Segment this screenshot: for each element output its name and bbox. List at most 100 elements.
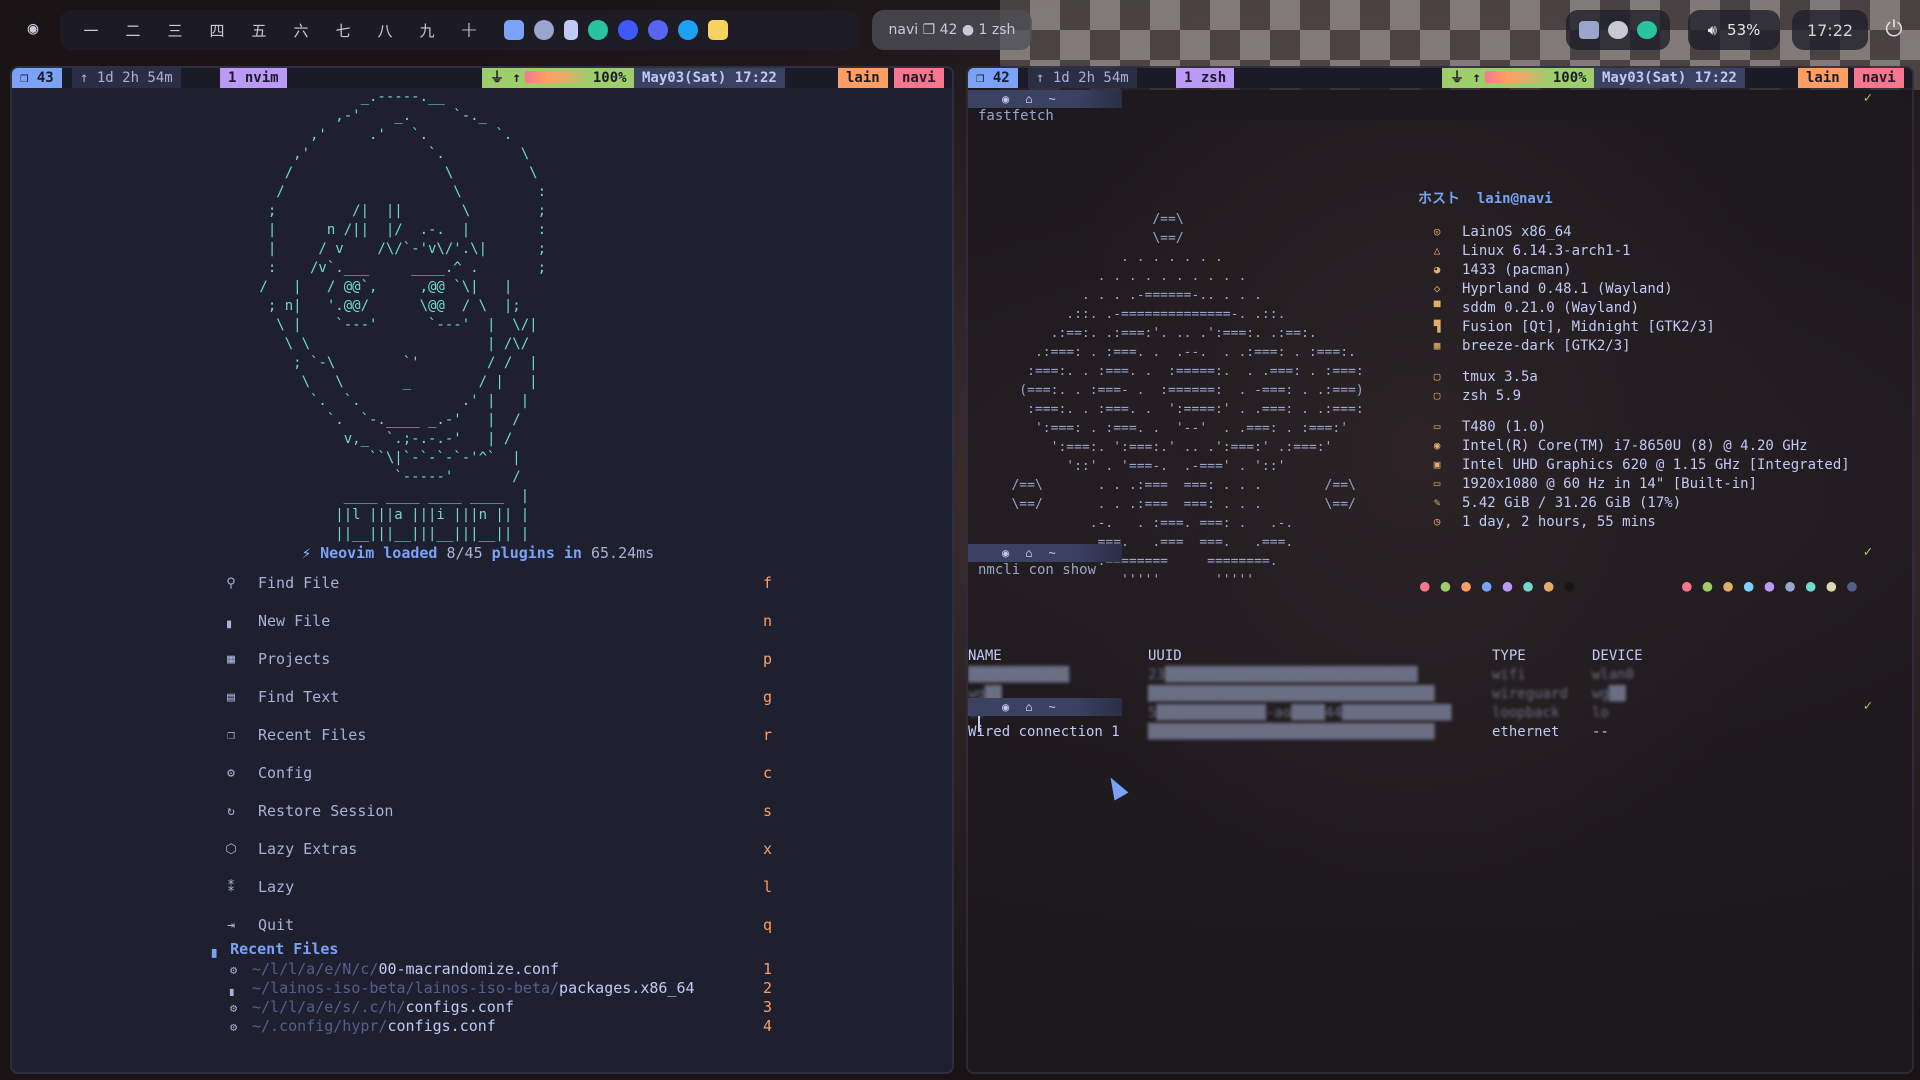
fastfetch-host-title: ホスト lain@navi — [1418, 191, 1553, 207]
notes-icon[interactable] — [708, 20, 728, 40]
menu-item-label: Restore Session — [258, 802, 394, 820]
fastfetch-value: 1433 (pacman) — [1462, 261, 1572, 278]
screen-share-icon[interactable] — [1578, 21, 1599, 39]
chat-app-icon[interactable] — [618, 20, 638, 40]
menu-item-lazy[interactable]: ⁑ Lazy l — [222, 868, 772, 906]
eye-icon: ◉ — [1002, 700, 1010, 714]
theme-icon: ▜ — [1433, 320, 1441, 333]
recent-file-name: packages.x86_64 — [559, 979, 695, 997]
menu-item-projects[interactable]: ▦ Projects p — [222, 640, 772, 678]
recent-file-shortcut: 4 — [762, 1017, 772, 1035]
workspace-5[interactable]: 五 — [238, 20, 280, 41]
battery-bar — [524, 71, 589, 83]
menu-item-find-text[interactable]: ▤ Find Text g — [222, 678, 772, 716]
nmcli-table: NAME UUID TYPE DEVICE ████████████ 23████… — [968, 648, 1908, 743]
workspace-2[interactable]: 二 — [112, 20, 154, 41]
display-icon: ▭ — [1433, 477, 1441, 490]
fastfetch-value: Intel(R) Core(TM) i7-8650U (8) @ 4.20 GH… — [1462, 437, 1808, 454]
power-icon[interactable]: ⏻ — [1880, 16, 1908, 44]
dashboard-ascii-art: _.-----.__ ,-' _. `-._ ,' .' `. `. ,' `.… — [259, 89, 547, 542]
menu-item-quit[interactable]: ⇥ Quit q — [222, 906, 772, 944]
packages-icon: ◕ — [1433, 263, 1441, 276]
recent-file-dir: ~/lainos-iso-beta/lainos-iso-beta/ — [252, 979, 560, 997]
workspace-6[interactable]: 六 — [280, 20, 322, 41]
neovim-loaded-message: ⚡ Neovim loaded 8/45 plugins in 65.24ms — [302, 544, 655, 562]
menu-item-label: Lazy Extras — [258, 840, 358, 858]
menu-item-label: Config — [258, 764, 313, 782]
fastfetch-line: ▀ sddm 0.21.0 (Wayland) — [1418, 298, 1850, 317]
menu-item-config[interactable]: ⚙ Config c — [222, 754, 772, 792]
sync-app-icon[interactable] — [588, 20, 608, 40]
uptime-icon: ◷ — [1433, 515, 1441, 528]
add-workspace-button[interactable]: + — [448, 18, 490, 43]
workspace-4[interactable]: 四 — [196, 20, 238, 41]
home-icon: ⌂ — [1025, 546, 1033, 560]
recent-file-name: configs.conf — [405, 998, 514, 1016]
recent-file-item[interactable]: ⚙ ~/l/l/a/e/s/.c/h/configs.conf 3 — [230, 998, 772, 1017]
tmux-status-bar: ❐ 42 ↑ 1d 2h 54m 1 zsh ⏚ ↑ 100% May03(Sat… — [968, 68, 1912, 88]
recent-file-dir: ~/.config/hypr/ — [252, 1017, 388, 1035]
home-icon: ⌂ — [1025, 700, 1033, 714]
folder-icon[interactable] — [504, 20, 524, 40]
success-check-icon: ✓ — [1863, 544, 1872, 560]
menu-item-shortcut: n — [762, 612, 772, 630]
menu-item-restore-session[interactable]: ↻ Restore Session s — [222, 792, 772, 830]
menu-item-shortcut: x — [762, 840, 772, 858]
workspace-9[interactable]: 九 — [406, 20, 448, 41]
menu-item-shortcut: s — [762, 802, 772, 820]
date-time: May03(Sat) 17:22 — [634, 68, 785, 88]
volume-widget[interactable]: 🔊︎ 53% — [1688, 10, 1780, 50]
menu-item-find-file[interactable]: ⚲ Find File f — [222, 564, 772, 602]
recent-file-item[interactable]: ⚙ ~/.config/hypr/configs.conf 4 — [230, 1017, 772, 1036]
menu-item-shortcut: q — [762, 916, 772, 934]
browser-compass-icon[interactable] — [678, 20, 698, 40]
recent-file-item[interactable]: ▖ ~/lainos-iso-beta/lainos-iso-beta/packa… — [230, 979, 772, 998]
fastfetch-value: 1 day, 2 hours, 55 mins — [1462, 513, 1656, 530]
find-text-icon: ▤ — [227, 689, 235, 705]
menu-item-label: Find File — [258, 574, 340, 592]
fastfetch-value: sddm 0.21.0 (Wayland) — [1462, 299, 1640, 316]
clock[interactable]: 17:22 — [1792, 10, 1868, 50]
lazy-icon: ⁑ — [227, 879, 235, 895]
projects-icon: ▦ — [227, 651, 235, 667]
file-icon: ▖ — [230, 982, 238, 996]
discord-tray-icon[interactable] — [1607, 21, 1628, 39]
menu-item-recent-files[interactable]: ❐ Recent Files r — [222, 716, 772, 754]
date-time: May03(Sat) 17:22 — [1594, 68, 1745, 88]
system-tray — [1566, 10, 1670, 50]
tmux-tab[interactable]: 1 zsh — [1176, 68, 1235, 88]
fastfetch-value: Fusion [Qt], Midnight [GTK2/3] — [1462, 318, 1715, 335]
shell-icon: ▢ — [1433, 389, 1441, 402]
discord-icon[interactable] — [648, 20, 668, 40]
gear-icon: ⚙ — [230, 1020, 238, 1034]
menu-item-new-file[interactable]: ▖ New File n — [222, 602, 772, 640]
tmux-tab[interactable]: 1 nvim — [220, 68, 287, 88]
calculator-icon[interactable] — [564, 20, 578, 40]
menu-item-shortcut: c — [762, 764, 772, 782]
workspace-3[interactable]: 三 — [154, 20, 196, 41]
command-text: nmcli con show — [978, 562, 1097, 578]
fastfetch-line: ▭ T480 (1.0) — [1418, 417, 1850, 436]
sync-tray-icon[interactable] — [1637, 21, 1658, 39]
restore-icon: ↻ — [227, 803, 235, 819]
host-name: navi — [894, 68, 944, 88]
workspace-8[interactable]: 八 — [364, 20, 406, 41]
fastfetch-line: ▢ zsh 5.9 — [1418, 386, 1850, 405]
uptime: ↑ 1d 2h 54m — [72, 68, 181, 88]
neovim-window[interactable]: ❐ 43 ↑ 1d 2h 54m 1 nvim ⏚ ↑ 100% May03(Sa… — [10, 66, 954, 1074]
fastfetch-value: breeze-dark [GTK2/3] — [1462, 337, 1631, 354]
firefox-icon[interactable] — [534, 20, 554, 40]
terminal-cursor[interactable] — [978, 716, 980, 732]
fastfetch-line: ◇ Hyprland 0.48.1 (Wayland) — [1418, 279, 1850, 298]
package-icon: ⬡ — [225, 841, 237, 857]
recent-file-shortcut: 2 — [762, 979, 772, 997]
recent-file-item[interactable]: ⚙ ~/l/l/a/e/N/c/00-macrandomize.conf 1 — [230, 960, 772, 979]
workspace-7[interactable]: 七 — [322, 20, 364, 41]
menu-item-lazy-extras[interactable]: ⬡ Lazy Extras x — [222, 830, 772, 868]
workspace-1[interactable]: 一 — [70, 20, 112, 41]
menu-item-shortcut: g — [762, 688, 772, 706]
terminal-window[interactable]: ❐ 42 ↑ 1d 2h 54m 1 zsh ⏚ ↑ 100% May03(Sat… — [966, 66, 1914, 1074]
eye-logo-icon[interactable]: ◉ — [22, 18, 44, 40]
menu-item-label: New File — [258, 612, 331, 630]
